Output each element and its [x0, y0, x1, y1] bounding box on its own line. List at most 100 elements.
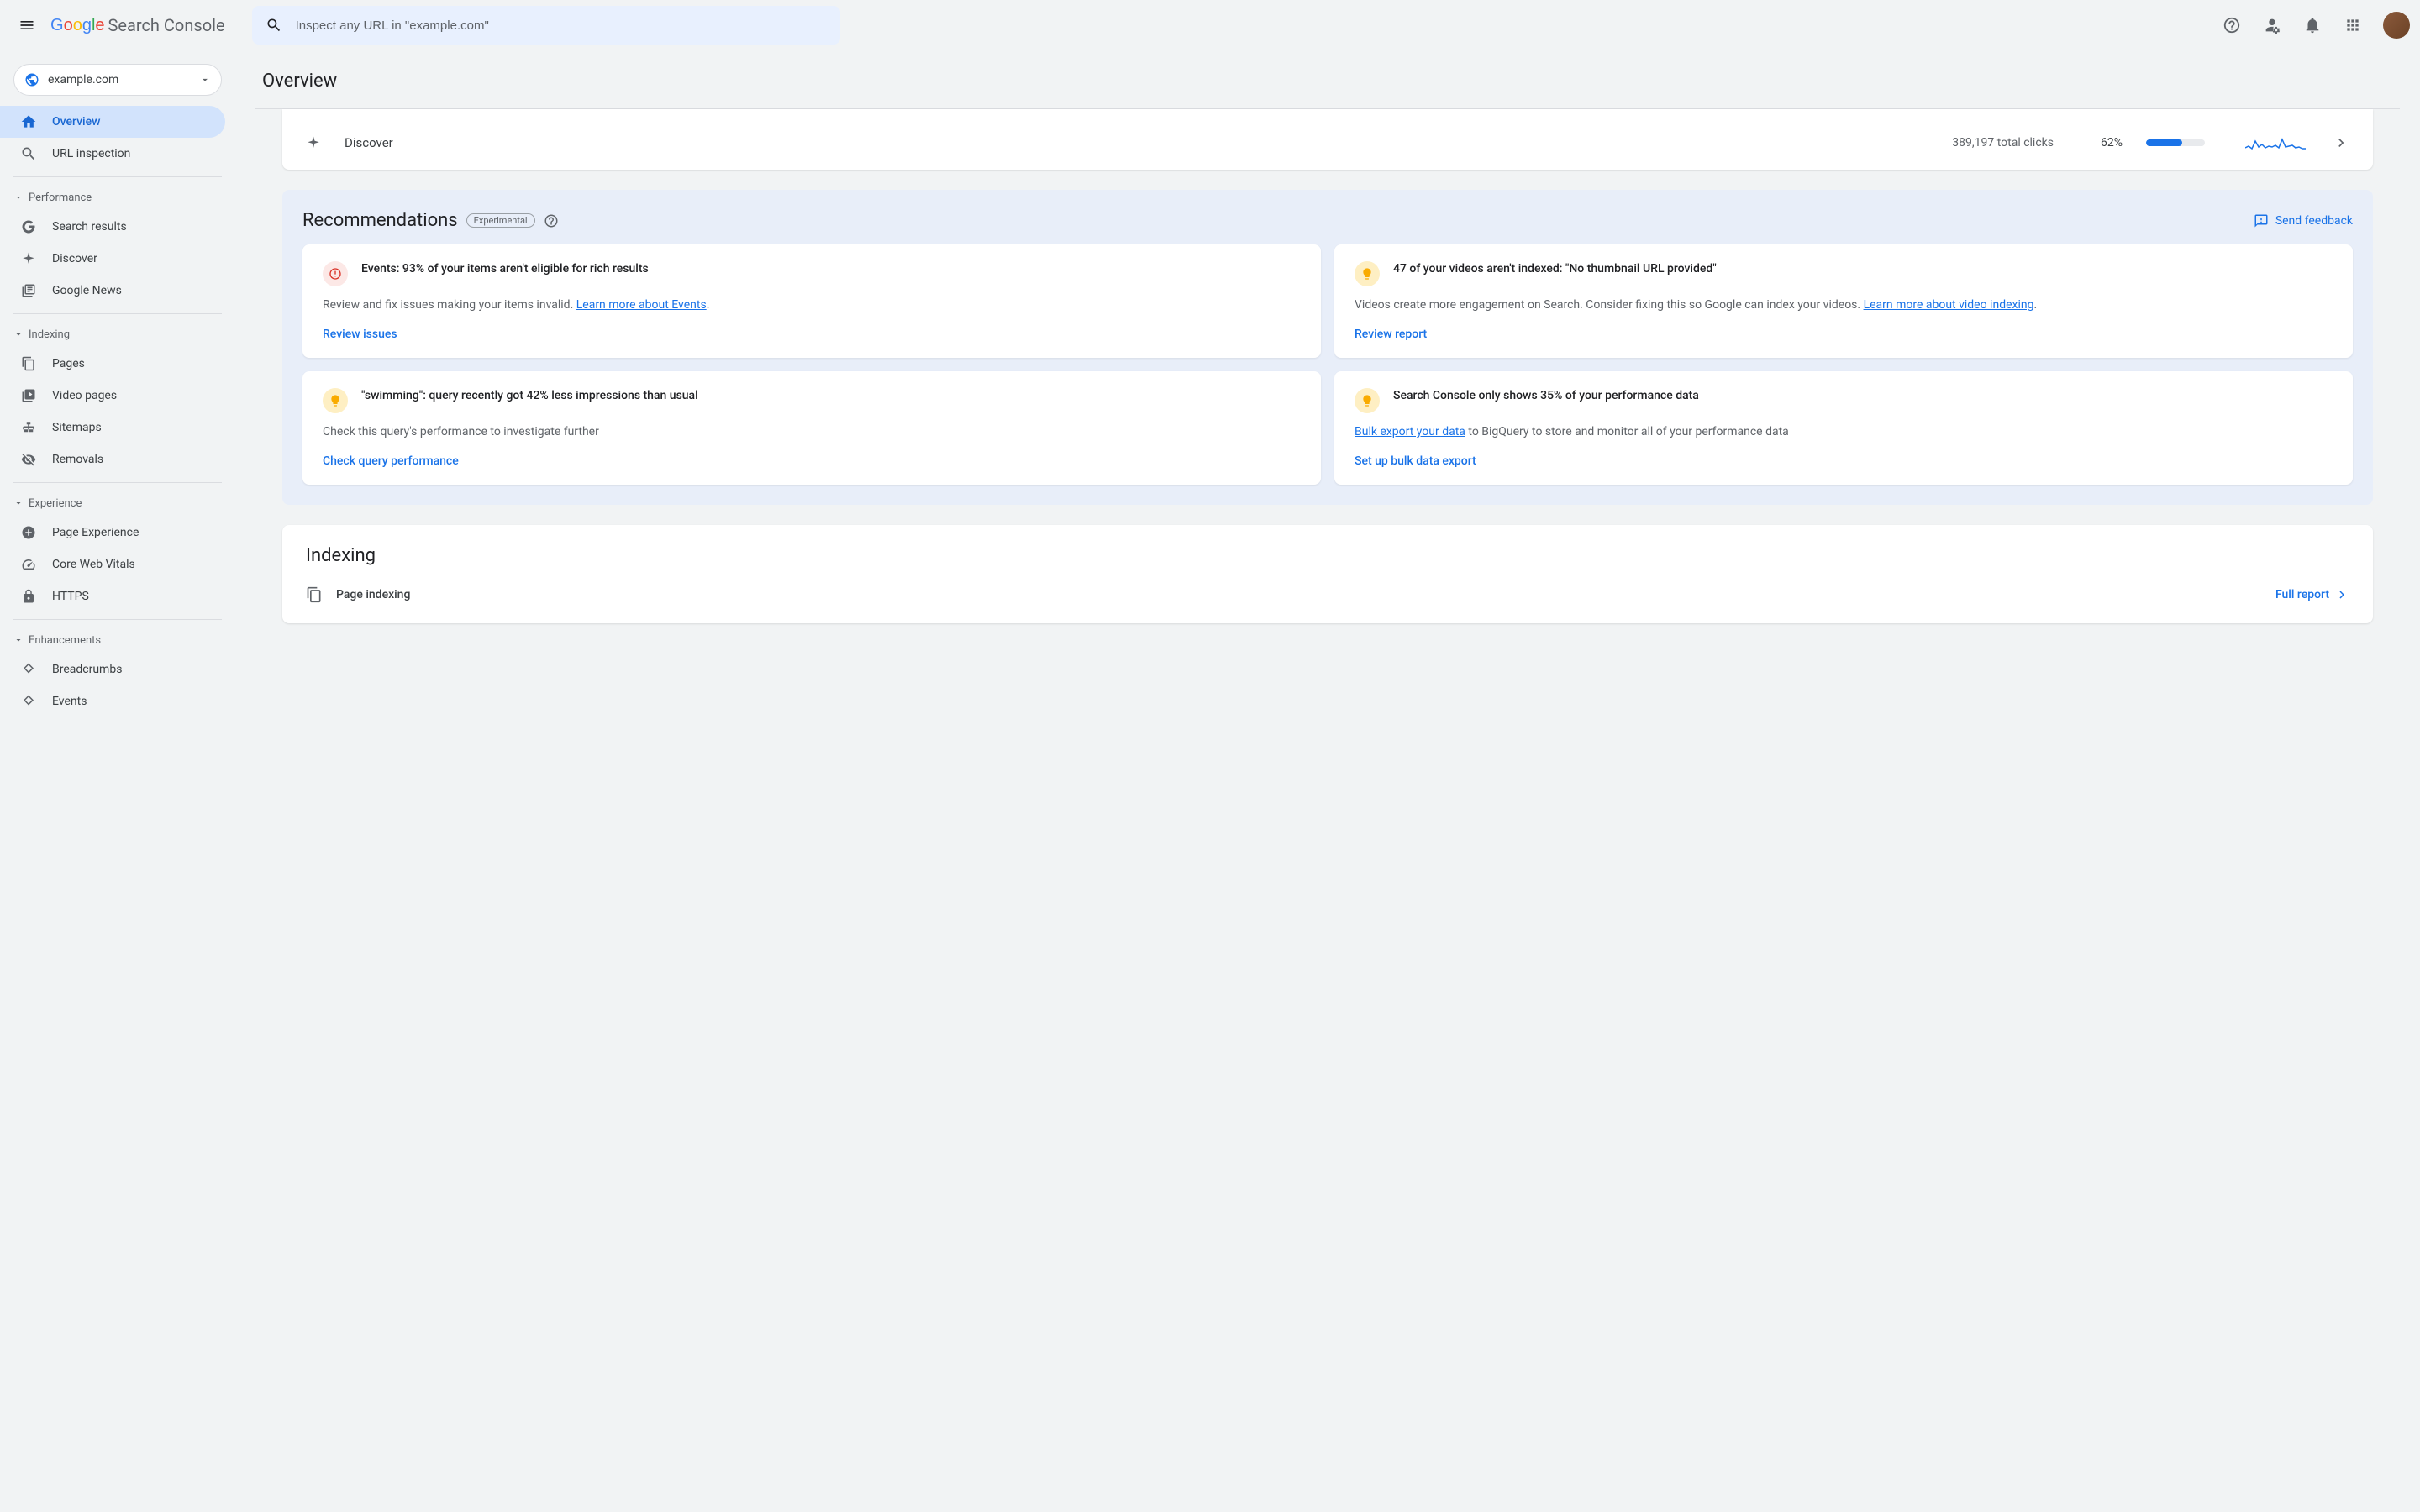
sidebar-item-events[interactable]: Events	[0, 685, 225, 717]
chevron-right-icon	[2334, 587, 2349, 602]
indexing-title: Indexing	[306, 545, 2349, 566]
logo[interactable]: Google Search Console	[50, 15, 225, 35]
recommendation-card[interactable]: "swimming": query recently got 42% less …	[302, 371, 1321, 485]
feedback-icon	[2254, 213, 2269, 228]
sidebar-item-label: Discover	[52, 252, 97, 265]
help-icon	[2223, 16, 2241, 34]
product-name: Search Console	[108, 15, 225, 35]
user-avatar[interactable]	[2383, 12, 2410, 39]
sidebar-group-performance[interactable]: Performance	[0, 184, 235, 211]
property-selector[interactable]: example.com	[13, 64, 222, 96]
header-right	[2215, 8, 2410, 42]
recommendation-title: Search Console only shows 35% of your pe…	[1393, 388, 1699, 413]
full-report-link[interactable]: Full report	[2275, 587, 2349, 602]
recommendation-action-link[interactable]: Review report	[1355, 328, 2333, 341]
experimental-badge: Experimental	[466, 213, 535, 228]
discover-progress	[2146, 139, 2205, 146]
sidebar-item-breadcrumbs[interactable]: Breadcrumbs	[0, 654, 225, 685]
sidebar-group-label: Performance	[29, 192, 92, 204]
sidebar-item-google-news[interactable]: Google News	[0, 275, 225, 307]
chevron-down-icon	[13, 192, 24, 202]
search-icon	[266, 17, 282, 34]
recommendation-card[interactable]: 47 of your videos aren't indexed: "No th…	[1334, 244, 2353, 358]
users-button[interactable]	[2255, 8, 2289, 42]
pages-icon	[306, 586, 323, 603]
page-title-bar: Overview	[255, 50, 2400, 109]
chevron-down-icon	[13, 498, 24, 508]
sidebar-group-enhancements[interactable]: Enhancements	[0, 627, 235, 654]
sidebar-item-label: HTTPS	[52, 590, 89, 603]
recommendation-action-link[interactable]: Review issues	[323, 328, 1301, 341]
sidebar: example.com Overview URL inspection Perf…	[0, 50, 235, 1512]
performance-card: Discover 389,197 total clicks 62%	[282, 109, 2373, 170]
sidebar-group-label: Indexing	[29, 328, 70, 341]
sidebar-item-label: Google News	[52, 284, 122, 297]
sidebar-item-label: Overview	[52, 115, 100, 129]
sidebar-item-page-experience[interactable]: Page Experience	[0, 517, 225, 549]
apps-button[interactable]	[2336, 8, 2370, 42]
discover-row[interactable]: Discover 389,197 total clicks 62%	[282, 116, 2373, 170]
sidebar-group-experience[interactable]: Experience	[0, 490, 235, 517]
divider	[13, 313, 222, 314]
discover-label: Discover	[345, 135, 393, 150]
sidebar-item-label: Breadcrumbs	[52, 663, 122, 676]
sidebar-item-label: Events	[52, 695, 87, 708]
hide-icon	[21, 452, 36, 467]
discover-percentage: 62%	[2101, 136, 2123, 150]
breadcrumb-icon	[21, 662, 36, 677]
sparkle-icon	[306, 135, 321, 150]
lightbulb-icon	[323, 388, 348, 413]
menu-icon	[18, 17, 35, 34]
news-icon	[21, 283, 36, 298]
lightbulb-icon	[1355, 261, 1380, 286]
sidebar-item-label: Core Web Vitals	[52, 558, 135, 571]
recommendation-body: Videos create more engagement on Search.…	[1355, 297, 2333, 314]
sidebar-item-pages[interactable]: Pages	[0, 348, 225, 380]
recommendation-card[interactable]: Events: 93% of your items aren't eligibl…	[302, 244, 1321, 358]
recommendation-learn-more-link[interactable]: Bulk export your data	[1355, 425, 1465, 438]
divider	[13, 176, 222, 177]
discover-sparkline	[2245, 133, 2306, 153]
sidebar-item-search-results[interactable]: Search results	[0, 211, 225, 243]
sidebar-item-https[interactable]: HTTPS	[0, 580, 225, 612]
recommendation-learn-more-link[interactable]: Learn more about video indexing	[1864, 298, 2034, 312]
page-title: Overview	[262, 71, 2393, 92]
send-feedback-link[interactable]: Send feedback	[2254, 213, 2353, 228]
help-button[interactable]	[2215, 8, 2249, 42]
magnify-icon	[20, 145, 37, 162]
apps-icon	[2344, 17, 2361, 34]
sidebar-item-overview[interactable]: Overview	[0, 106, 225, 138]
url-inspection-search[interactable]	[252, 6, 840, 45]
sidebar-item-core-web-vitals[interactable]: Core Web Vitals	[0, 549, 225, 580]
sidebar-group-indexing[interactable]: Indexing	[0, 321, 235, 348]
sidebar-item-label: Search results	[52, 220, 127, 234]
search-input[interactable]	[296, 18, 827, 33]
lock-icon	[21, 589, 36, 604]
divider	[13, 482, 222, 483]
sidebar-item-label: Page Experience	[52, 526, 139, 539]
full-report-label: Full report	[2275, 588, 2329, 601]
recommendation-body: Check this query's performance to invest…	[323, 423, 1301, 441]
recommendation-action-link[interactable]: Check query performance	[323, 454, 1301, 468]
sidebar-item-label: Video pages	[52, 389, 117, 402]
lightbulb-icon	[1355, 388, 1380, 413]
diamond-icon	[21, 694, 36, 709]
sidebar-item-video-pages[interactable]: Video pages	[0, 380, 225, 412]
error-icon	[323, 261, 348, 286]
speed-icon	[21, 557, 36, 572]
recommendation-action-link[interactable]: Set up bulk data export	[1355, 454, 2333, 468]
recommendation-title: "swimming": query recently got 42% less …	[361, 388, 698, 413]
recommendation-learn-more-link[interactable]: Learn more about Events	[576, 298, 707, 312]
recommendation-title: Events: 93% of your items aren't eligibl…	[361, 261, 649, 286]
page-indexing-row[interactable]: Page indexing Full report	[306, 586, 2349, 603]
sidebar-item-url-inspection[interactable]: URL inspection	[0, 138, 225, 170]
notifications-button[interactable]	[2296, 8, 2329, 42]
sidebar-item-discover[interactable]: Discover	[0, 243, 225, 275]
google-logo-text: Google	[50, 16, 105, 35]
sidebar-item-removals[interactable]: Removals	[0, 444, 225, 475]
help-icon[interactable]	[544, 213, 559, 228]
recommendation-card[interactable]: Search Console only shows 35% of your pe…	[1334, 371, 2353, 485]
recommendation-title: 47 of your videos aren't indexed: "No th…	[1393, 261, 1717, 286]
sidebar-item-sitemaps[interactable]: Sitemaps	[0, 412, 225, 444]
main-menu-button[interactable]	[10, 8, 44, 42]
